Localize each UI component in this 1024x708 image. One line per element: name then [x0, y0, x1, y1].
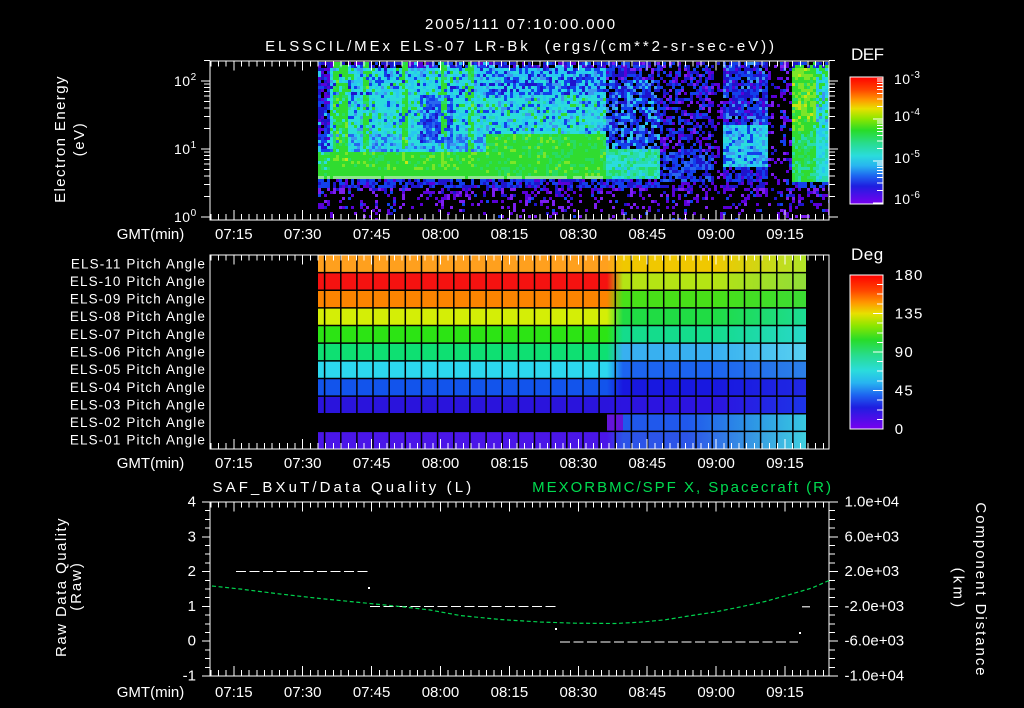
svg-text:1: 1 [188, 598, 196, 615]
svg-text:-1.0e+04: -1.0e+04 [845, 668, 905, 685]
svg-text:DEF: DEF [851, 45, 884, 64]
svg-text:07:15: 07:15 [215, 455, 253, 472]
svg-text:07:15: 07:15 [215, 226, 253, 243]
svg-text:0: 0 [188, 633, 196, 650]
svg-text:08:30: 08:30 [560, 455, 598, 472]
svg-text:07:45: 07:45 [353, 226, 391, 243]
svg-text:-2.0e+03: -2.0e+03 [845, 598, 905, 615]
svg-text:ELS-05 Pitch Angle: ELS-05 Pitch Angle [70, 362, 206, 377]
svg-text:07:30: 07:30 [284, 684, 322, 701]
svg-text:ELS-01 Pitch Angle: ELS-01 Pitch Angle [70, 433, 206, 448]
svg-text:2: 2 [188, 563, 196, 580]
svg-text:Component Distance: Component Distance [972, 502, 989, 677]
svg-text:08:00: 08:00 [422, 455, 460, 472]
svg-text:ELS-09 Pitch Angle: ELS-09 Pitch Angle [70, 292, 206, 307]
svg-text:GMT(min): GMT(min) [117, 455, 185, 472]
svg-text:07:30: 07:30 [284, 455, 322, 472]
svg-text:0: 0 [895, 421, 905, 438]
svg-text:08:30: 08:30 [560, 684, 598, 701]
svg-text:ELS-10 Pitch Angle: ELS-10 Pitch Angle [70, 274, 206, 289]
svg-text:ELS-03 Pitch Angle: ELS-03 Pitch Angle [70, 397, 206, 412]
svg-text:ELSSCIL/MEx ELS-07 LR-Bk (erg: ELSSCIL/MEx ELS-07 LR-Bk (ergs/(cm**2-sr… [265, 38, 777, 55]
svg-text:(km): (km) [950, 568, 967, 611]
svg-text:ELS-08 Pitch Angle: ELS-08 Pitch Angle [70, 309, 206, 324]
svg-text:08:45: 08:45 [628, 455, 666, 472]
svg-text:-1: -1 [183, 668, 196, 685]
svg-text:07:30: 07:30 [284, 226, 322, 243]
svg-text:08:45: 08:45 [628, 226, 666, 243]
svg-text:GMT(min): GMT(min) [117, 226, 185, 243]
svg-text:4: 4 [188, 494, 196, 511]
svg-text:Deg: Deg [851, 245, 884, 264]
svg-text:08:15: 08:15 [491, 684, 529, 701]
svg-text:ELS-07 Pitch Angle: ELS-07 Pitch Angle [70, 327, 206, 342]
svg-text:(Raw): (Raw) [68, 561, 85, 611]
svg-text:180: 180 [895, 267, 924, 284]
svg-text:07:45: 07:45 [353, 455, 391, 472]
svg-text:GMT(min): GMT(min) [117, 684, 185, 701]
svg-text:ELS-02 Pitch Angle: ELS-02 Pitch Angle [70, 415, 206, 430]
svg-text:135: 135 [895, 306, 924, 323]
svg-text:90: 90 [895, 344, 914, 361]
svg-text:08:00: 08:00 [422, 226, 460, 243]
svg-text:ELS-11 Pitch Angle: ELS-11 Pitch Angle [71, 256, 206, 271]
svg-text:ELS-06 Pitch Angle: ELS-06 Pitch Angle [70, 345, 206, 360]
svg-text:09:15: 09:15 [766, 226, 804, 243]
svg-text:08:45: 08:45 [628, 684, 666, 701]
svg-text:6.0e+03: 6.0e+03 [845, 528, 900, 545]
svg-text:07:15: 07:15 [215, 684, 253, 701]
svg-text:1.0e+04: 1.0e+04 [845, 494, 900, 511]
svg-text:Electron Energy: Electron Energy [52, 75, 69, 203]
svg-text:07:45: 07:45 [353, 684, 391, 701]
svg-text:09:00: 09:00 [697, 684, 735, 701]
svg-text:09:00: 09:00 [697, 226, 735, 243]
svg-text:08:15: 08:15 [491, 226, 529, 243]
svg-text:2005/111 07:10:00.000: 2005/111 07:10:00.000 [425, 16, 617, 33]
svg-text:45: 45 [895, 383, 914, 400]
svg-text:08:30: 08:30 [560, 226, 598, 243]
svg-text:2.0e+03: 2.0e+03 [845, 563, 900, 580]
svg-text:08:00: 08:00 [422, 684, 460, 701]
svg-text:08:15: 08:15 [491, 455, 529, 472]
svg-text:(eV): (eV) [71, 122, 88, 157]
svg-text:-6.0e+03: -6.0e+03 [845, 633, 905, 650]
svg-text:3: 3 [188, 528, 196, 545]
svg-text:09:00: 09:00 [697, 455, 735, 472]
svg-text:SAF_BXuT/Data Quality (L): SAF_BXuT/Data Quality (L) [213, 479, 475, 496]
svg-text:09:15: 09:15 [766, 455, 804, 472]
svg-text:ELS-04 Pitch Angle: ELS-04 Pitch Angle [70, 380, 206, 395]
svg-text:09:15: 09:15 [766, 684, 804, 701]
svg-text:MEXORBMC/SPF X, Spacecraft (R): MEXORBMC/SPF X, Spacecraft (R) [532, 479, 833, 496]
